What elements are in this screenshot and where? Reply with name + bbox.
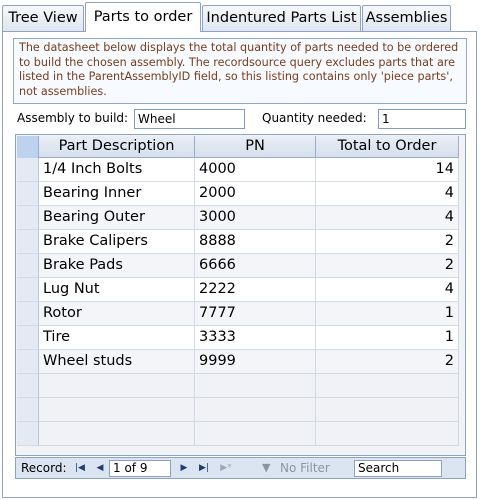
search-field[interactable]: Search xyxy=(354,460,442,477)
next-record-icon[interactable]: ▶ xyxy=(176,460,192,476)
cell-pn[interactable]: 4000 xyxy=(195,158,316,182)
cell-part-description[interactable]: Tire xyxy=(39,326,195,350)
last-record-icon[interactable]: ▶| xyxy=(196,460,212,476)
empty-cell xyxy=(195,422,316,446)
row-selector[interactable] xyxy=(17,374,39,398)
cell-pn[interactable]: 6666 xyxy=(195,254,316,278)
cell-pn[interactable]: 9999 xyxy=(195,350,316,374)
row-selector[interactable] xyxy=(17,422,39,446)
tab-parts-to-order[interactable]: Parts to order xyxy=(85,2,201,32)
column-header-total-to-order[interactable]: Total to Order xyxy=(316,136,459,158)
empty-cell xyxy=(195,374,316,398)
no-filter-label[interactable]: No Filter xyxy=(280,458,330,478)
record-position-field[interactable]: 1 of 9 xyxy=(109,460,171,477)
cell-total-to-order[interactable]: 4 xyxy=(316,278,459,302)
empty-cell xyxy=(316,422,459,446)
cell-pn[interactable]: 3000 xyxy=(195,206,316,230)
empty-cell xyxy=(316,374,459,398)
empty-cell xyxy=(39,374,195,398)
cell-pn[interactable]: 3333 xyxy=(195,326,316,350)
cell-total-to-order[interactable]: 1 xyxy=(316,302,459,326)
filter-funnel-icon[interactable]: ▼ xyxy=(262,458,270,478)
record-label: Record: xyxy=(21,461,67,475)
row-selector[interactable] xyxy=(17,326,39,350)
cell-pn[interactable]: 2222 xyxy=(195,278,316,302)
empty-cell xyxy=(39,422,195,446)
cell-total-to-order[interactable]: 4 xyxy=(316,182,459,206)
row-selector[interactable] xyxy=(17,230,39,254)
cell-total-to-order[interactable]: 14 xyxy=(316,158,459,182)
new-record-icon[interactable]: ▶* xyxy=(218,460,234,476)
first-record-icon[interactable]: |◀ xyxy=(72,460,88,476)
cell-part-description[interactable]: Brake Calipers xyxy=(39,230,195,254)
tab-tree-view[interactable]: Tree View xyxy=(2,5,84,31)
column-header-part-description[interactable]: Part Description xyxy=(39,136,195,158)
cell-part-description[interactable]: Bearing Outer xyxy=(39,206,195,230)
tab-indentured-parts-list[interactable]: Indentured Parts List xyxy=(202,5,361,31)
cell-part-description[interactable]: Bearing Inner xyxy=(39,182,195,206)
row-selector[interactable] xyxy=(17,158,39,182)
cell-part-description[interactable]: Rotor xyxy=(39,302,195,326)
cell-part-description[interactable]: Brake Pads xyxy=(39,254,195,278)
row-selector[interactable] xyxy=(17,398,39,422)
empty-cell xyxy=(195,398,316,422)
row-selector[interactable] xyxy=(17,350,39,374)
row-selector[interactable] xyxy=(17,254,39,278)
tab-assemblies[interactable]: Assemblies xyxy=(362,5,451,31)
record-navigator: Record: |◀ ◀ 1 of 9 ▶ ▶| ▶* ▼ No Filter … xyxy=(15,457,466,479)
cell-pn[interactable]: 2000 xyxy=(195,182,316,206)
select-all-corner[interactable] xyxy=(17,136,39,158)
row-selector[interactable] xyxy=(17,206,39,230)
parts-datasheet: Part Description PN Total to Order 1/4 I… xyxy=(15,134,466,456)
cell-total-to-order[interactable]: 4 xyxy=(316,206,459,230)
cell-pn[interactable]: 8888 xyxy=(195,230,316,254)
cell-total-to-order[interactable]: 2 xyxy=(316,350,459,374)
cell-part-description[interactable]: Lug Nut xyxy=(39,278,195,302)
cell-part-description[interactable]: Wheel studs xyxy=(39,350,195,374)
cell-part-description[interactable]: 1/4 Inch Bolts xyxy=(39,158,195,182)
cell-total-to-order[interactable]: 1 xyxy=(316,326,459,350)
row-selector[interactable] xyxy=(17,278,39,302)
assembly-label: Assembly to build: xyxy=(17,111,129,125)
row-selector[interactable] xyxy=(17,182,39,206)
quantity-field[interactable]: 1 xyxy=(378,109,466,129)
cell-pn[interactable]: 7777 xyxy=(195,302,316,326)
quantity-label: Quantity needed: xyxy=(262,111,367,125)
empty-cell xyxy=(316,398,459,422)
cell-total-to-order[interactable]: 2 xyxy=(316,254,459,278)
previous-record-icon[interactable]: ◀ xyxy=(92,460,108,476)
empty-cell xyxy=(39,398,195,422)
row-selector[interactable] xyxy=(17,302,39,326)
info-text: The datasheet below displays the total q… xyxy=(13,38,467,104)
cell-total-to-order[interactable]: 2 xyxy=(316,230,459,254)
tab-strip: Tree View Parts to order Indentured Part… xyxy=(0,0,480,32)
assembly-field[interactable]: Wheel xyxy=(134,109,245,129)
column-header-pn[interactable]: PN xyxy=(195,136,316,158)
